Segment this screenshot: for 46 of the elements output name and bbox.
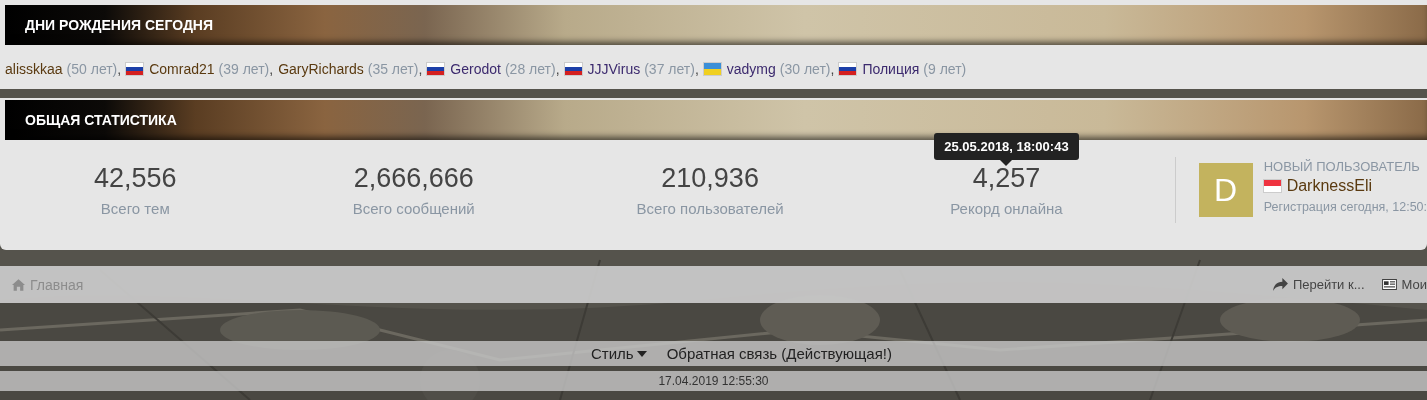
separator-text: , bbox=[694, 61, 699, 77]
home-icon bbox=[12, 278, 25, 291]
tooltip-arrow bbox=[1000, 160, 1013, 166]
username-link[interactable]: Полиция bbox=[862, 61, 920, 77]
stat-label: Всего пользователей bbox=[636, 200, 784, 217]
stat-value: 2,666,666 bbox=[353, 163, 474, 194]
flag-icon bbox=[126, 63, 144, 75]
separator-text: , bbox=[830, 61, 835, 77]
flag-icon bbox=[564, 63, 582, 75]
username-link[interactable]: vadymg bbox=[726, 61, 776, 77]
caret-icon bbox=[636, 350, 647, 357]
username-link[interactable]: JJJVirus bbox=[587, 61, 641, 77]
stat-value: 42,556 bbox=[94, 163, 177, 194]
separator-text: , bbox=[418, 61, 423, 77]
username-link[interactable]: alisskkaa bbox=[5, 61, 63, 77]
age-text: (30 лет) bbox=[779, 61, 831, 77]
stat-value: 210,936 bbox=[661, 163, 759, 194]
section-title: ОБЩАЯ СТАТИСТИКА bbox=[25, 112, 177, 128]
stat-value: 4,257 bbox=[972, 163, 1041, 194]
flag-icon bbox=[427, 63, 445, 75]
goto-link[interactable]: Перейти к... bbox=[1272, 277, 1365, 292]
age-text: (28 лет) bbox=[504, 61, 556, 77]
share-arrow-icon bbox=[1272, 278, 1288, 291]
username-link[interactable]: Comrad21 bbox=[149, 61, 215, 77]
username-link[interactable]: GaryRichards bbox=[278, 61, 364, 77]
age-text: (9 лет) bbox=[923, 61, 967, 77]
stat-label: Рекорд онлайна bbox=[950, 200, 1063, 217]
separator-text: , bbox=[269, 61, 274, 77]
date-text: 17.04.2019 12:55:30 bbox=[658, 374, 769, 388]
separator-text: , bbox=[117, 61, 122, 77]
newspaper-icon bbox=[1381, 279, 1397, 290]
username-link[interactable]: DarknessEli bbox=[1286, 176, 1372, 195]
stat-label: Всего тем bbox=[100, 200, 170, 217]
stat-label: Всего сообщений bbox=[352, 200, 475, 217]
username-link[interactable]: Gerodot bbox=[450, 61, 501, 77]
flag-icon bbox=[1263, 179, 1281, 192]
flag-icon bbox=[703, 63, 721, 75]
age-text: (37 лет) bbox=[644, 61, 695, 77]
separator-text: , bbox=[555, 61, 560, 77]
flag-icon bbox=[839, 63, 857, 75]
feedback-link[interactable]: Обратная связь (Действующая!) bbox=[666, 345, 892, 362]
my-link[interactable]: Мои bbox=[1381, 277, 1427, 292]
section-title: ДНИ РОЖДЕНИЯ СЕГОДНЯ bbox=[25, 17, 214, 33]
new-user-heading: НОВЫЙ ПОЛЬЗОВАТЕЛЬ bbox=[1263, 158, 1421, 174]
style-dropdown[interactable]: Стиль bbox=[591, 345, 647, 362]
registration-text: Регистрация сегодня, 12:50: bbox=[1263, 199, 1427, 214]
